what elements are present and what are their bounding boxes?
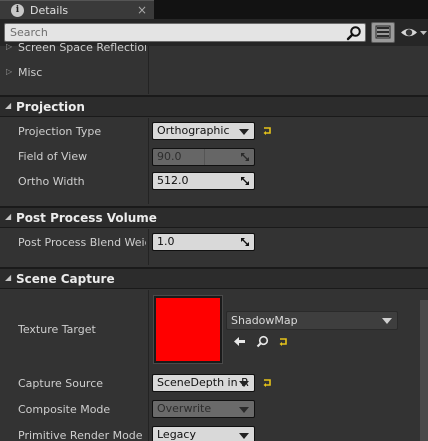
chevron-down-icon xyxy=(382,318,392,324)
field-of-view-label: Field of View xyxy=(18,150,88,163)
details-panel: ▷ Screen Space Reflections ▷ Misc ◢ Proj… xyxy=(0,41,428,441)
post-process-volume-header[interactable]: ◢ Post Process Volume xyxy=(0,206,428,228)
view-options-button[interactable] xyxy=(399,22,428,43)
collapse-arrow-icon: ◢ xyxy=(5,273,12,282)
use-selected-arrow-icon[interactable] xyxy=(233,336,246,347)
field-of-view-input[interactable]: 90.0 xyxy=(152,148,255,166)
collapse-arrow-icon: ◢ xyxy=(5,101,12,110)
section-misc[interactable]: ▷ Misc xyxy=(0,62,420,84)
projection-type-label: Projection Type xyxy=(18,125,102,138)
projection-header[interactable]: ◢ Projection xyxy=(0,95,428,117)
info-icon: i xyxy=(11,3,24,17)
chevron-down-icon xyxy=(239,129,249,135)
expand-arrow-icon: ▷ xyxy=(6,67,13,76)
texture-target-label: Texture Target xyxy=(18,323,96,336)
close-icon[interactable]: × xyxy=(136,3,148,17)
section-title: Post Process Volume xyxy=(16,211,157,225)
scrollbar[interactable] xyxy=(420,300,428,441)
ortho-width-input[interactable]: 512.0 xyxy=(152,172,255,190)
composite-mode-combo[interactable]: Overwrite xyxy=(152,400,255,418)
reset-to-default-icon[interactable] xyxy=(262,378,274,388)
texture-thumbnail[interactable] xyxy=(154,296,222,363)
chevron-down-icon xyxy=(239,433,249,439)
expand-arrow-icon: ▷ xyxy=(6,42,13,51)
primitive-render-mode-label: Primitive Render Mode xyxy=(18,429,143,441)
tab-details[interactable]: i Details × xyxy=(0,0,154,19)
browse-magnifier-icon[interactable] xyxy=(256,335,269,348)
post-process-blend-weight-label: Post Process Blend Weight xyxy=(18,236,146,249)
column-divider xyxy=(148,290,149,441)
primitive-render-mode-combo[interactable]: Legacy xyxy=(152,426,255,441)
column-divider xyxy=(148,118,149,204)
reset-to-default-icon[interactable] xyxy=(262,126,274,136)
capture-source-combo[interactable]: SceneDepth in R xyxy=(152,374,255,392)
texture-asset-combo[interactable]: ShadowMap xyxy=(226,311,398,330)
projection-type-combo[interactable]: Orthographic xyxy=(152,122,255,140)
search-box[interactable] xyxy=(4,23,366,42)
search-input[interactable] xyxy=(5,24,335,41)
tab-bar: i Details × xyxy=(0,0,428,19)
drag-handle-icon xyxy=(241,177,249,185)
slider-fill-divider xyxy=(204,149,205,165)
chevron-down-icon xyxy=(239,381,249,387)
drag-handle-icon xyxy=(241,238,249,246)
property-matrix-icon xyxy=(375,25,391,39)
section-label: Screen Space Reflections xyxy=(18,41,146,54)
property-matrix-button[interactable] xyxy=(371,22,395,43)
column-divider xyxy=(148,229,149,265)
composite-mode-label: Composite Mode xyxy=(18,403,111,416)
eye-icon xyxy=(401,28,427,37)
chevron-down-icon xyxy=(239,407,249,413)
ortho-width-label: Ortho Width xyxy=(18,175,85,188)
drag-handle-icon xyxy=(241,153,249,161)
collapse-arrow-icon: ◢ xyxy=(5,212,12,221)
blend-weight-input[interactable]: 1.0 xyxy=(152,233,255,251)
section-title: Scene Capture xyxy=(16,272,115,286)
search-icon[interactable] xyxy=(346,25,362,41)
reset-to-default-icon[interactable] xyxy=(278,337,290,347)
capture-source-label: Capture Source xyxy=(18,377,104,390)
tab-title: Details xyxy=(30,3,69,17)
scene-capture-header[interactable]: ◢ Scene Capture xyxy=(0,267,428,289)
section-label: Misc xyxy=(18,66,43,79)
section-title: Projection xyxy=(16,100,85,114)
